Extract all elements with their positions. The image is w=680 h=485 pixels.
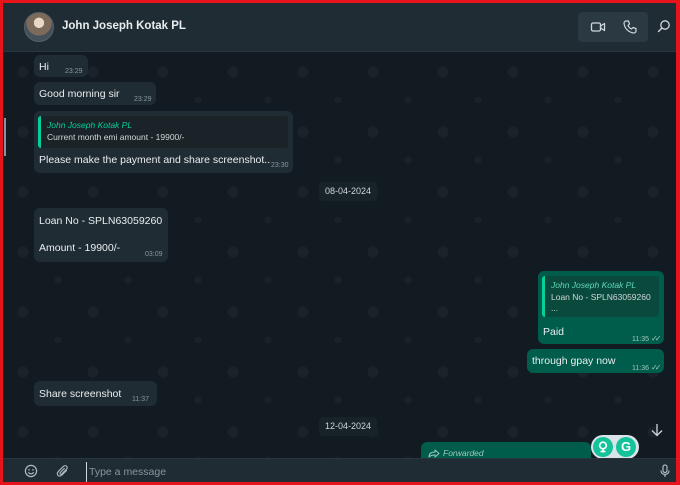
mic-icon[interactable] (658, 464, 672, 478)
message-text: Share screenshot (39, 388, 122, 400)
message-time: 23:30 (271, 162, 289, 169)
chat-header: John Joseph Kotak PL (3, 3, 676, 52)
message-input[interactable] (86, 462, 651, 482)
message-composer (3, 458, 676, 482)
message-meta: 11:35 ✓✓ (632, 334, 662, 343)
message-time: 11:37 (132, 396, 149, 403)
message-incoming[interactable]: Share screenshot 11:37 (34, 381, 157, 406)
double-check-icon: ✓✓ (651, 363, 662, 372)
quote-text: Current month emi amount - 19900/- (47, 132, 185, 142)
message-incoming[interactable]: John Joseph Kotak PL Current month emi a… (34, 111, 293, 173)
emoji-icon[interactable] (24, 464, 38, 478)
quoted-message[interactable]: John Joseph Kotak PL Current month emi a… (38, 116, 288, 148)
message-text: Please make the payment and share screen… (39, 154, 271, 166)
message-text: through gpay now (532, 355, 616, 367)
message-incoming[interactable]: Hi 23:29 (34, 55, 88, 77)
message-outgoing[interactable]: John Joseph Kotak PL Loan No - SPLN63059… (538, 271, 664, 344)
whatsapp-window: John Joseph Kotak PL Hi 23:29 Good morni… (3, 3, 676, 482)
message-time: 23:29 (134, 96, 152, 103)
scroll-down-icon[interactable] (649, 422, 665, 438)
grammarly-logo-icon[interactable]: G (616, 437, 636, 457)
message-text-line: Amount - 19900/- (39, 242, 121, 254)
message-time: 23:29 (65, 68, 83, 75)
message-time: 03:09 (145, 251, 163, 258)
message-text: Good morning sir (39, 88, 120, 100)
quoted-message[interactable]: John Joseph Kotak PL Loan No - SPLN63059… (542, 276, 659, 317)
attach-icon[interactable] (56, 464, 70, 478)
search-icon[interactable] (657, 19, 671, 33)
quote-text-more: ... (551, 303, 559, 313)
message-text: Paid (543, 326, 565, 338)
message-outgoing[interactable]: through gpay now 11:36 ✓✓ (527, 349, 664, 373)
bulb-icon (598, 441, 608, 453)
message-outgoing-forwarded[interactable]: Forwarded (421, 442, 591, 458)
message-incoming[interactable]: Loan No - SPLN63059260 Amount - 19900/- … (34, 208, 168, 262)
quote-author: John Joseph Kotak PL (551, 280, 637, 290)
date-divider: 12-04-2024 (319, 417, 377, 436)
contact-avatar[interactable] (24, 12, 54, 42)
quote-text: Loan No - SPLN63059260 (551, 292, 651, 302)
quote-author: John Joseph Kotak PL (47, 120, 133, 130)
call-buttons (578, 12, 648, 42)
video-call-icon[interactable] (590, 19, 606, 35)
forward-icon (428, 449, 440, 458)
contact-name[interactable]: John Joseph Kotak PL (62, 20, 186, 32)
message-text: Hi (39, 61, 49, 73)
voice-call-icon[interactable] (622, 19, 638, 35)
double-check-icon: ✓✓ (651, 334, 662, 343)
grammarly-assistant-icon[interactable] (593, 437, 613, 457)
grammarly-widget[interactable]: G (591, 435, 639, 458)
message-text-line: Loan No - SPLN63059260 (39, 215, 163, 227)
forwarded-label: Forwarded (443, 448, 484, 458)
message-meta: 11:36 ✓✓ (632, 363, 662, 372)
message-time: 11:36 (632, 365, 649, 372)
date-divider: 08-04-2024 (319, 182, 377, 201)
message-list[interactable]: Hi 23:29 Good morning sir 23:29 John Jos… (3, 52, 676, 458)
message-time: 11:35 (632, 336, 649, 343)
scrollbar[interactable] (4, 118, 6, 156)
message-incoming[interactable]: Good morning sir 23:29 (34, 82, 156, 105)
